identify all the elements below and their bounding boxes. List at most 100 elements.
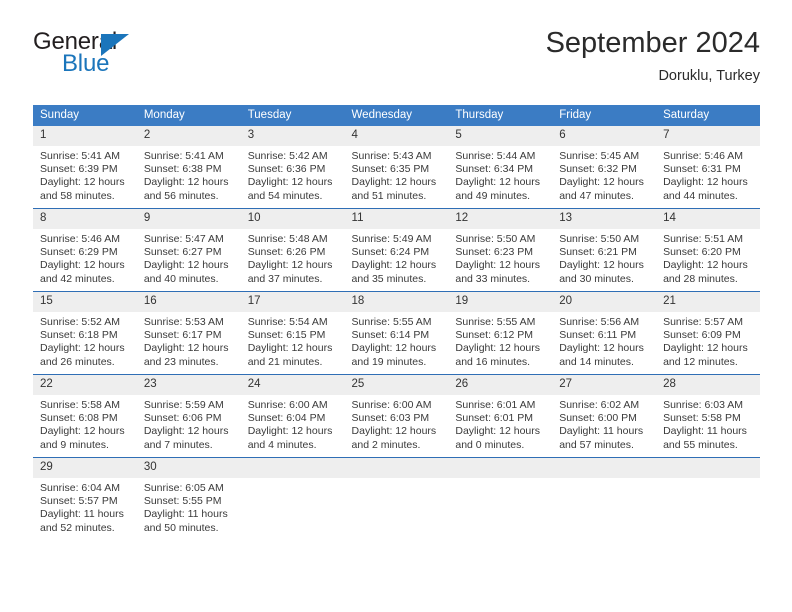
day-details [241,478,345,482]
day-cell[interactable]: 2 Sunrise: 5:41 AM Sunset: 6:38 PM Dayli… [136,126,241,209]
day-cell[interactable]: 8 Sunrise: 5:46 AM Sunset: 6:29 PM Dayli… [33,208,137,292]
daylight-text-line2: and 2 minutes. [351,438,421,451]
sunset-text: Sunset: 6:03 PM [351,412,430,425]
day-number: 20 [552,292,657,312]
day-details: Sunrise: 5:58 AM Sunset: 6:08 PM Dayligh… [33,395,137,452]
calendar-header-row: Sunday Monday Tuesday Wednesday Thursday… [33,105,760,126]
day-cell[interactable]: 17 Sunrise: 5:54 AM Sunset: 6:15 PM Dayl… [240,291,345,375]
daylight-text-line1: Daylight: 12 hours [455,176,541,189]
daylight-text-line1: Daylight: 12 hours [143,425,229,438]
day-cell[interactable]: 24 Sunrise: 6:00 AM Sunset: 6:04 PM Dayl… [240,374,345,458]
day-cell[interactable]: 1 Sunrise: 5:41 AM Sunset: 6:39 PM Dayli… [33,126,137,209]
day-cell[interactable]: 18 Sunrise: 5:55 AM Sunset: 6:14 PM Dayl… [344,291,449,375]
daylight-text-line1: Daylight: 11 hours [143,508,228,521]
sunset-text: Sunset: 6:38 PM [143,163,222,176]
day-cell[interactable]: 5 Sunrise: 5:44 AM Sunset: 6:34 PM Dayli… [448,126,553,209]
day-number [448,458,553,478]
daylight-text-line2: and 12 minutes. [663,355,738,368]
daylight-text-line1: Daylight: 12 hours [351,425,437,438]
sunrise-text: Sunrise: 5:49 AM [351,233,432,245]
day-number: 29 [33,458,137,478]
day-cell[interactable]: 30 Sunrise: 6:05 AM Sunset: 5:55 PM Dayl… [136,457,241,540]
day-cell[interactable]: 27 Sunrise: 6:02 AM Sunset: 6:00 PM Dayl… [552,374,657,458]
day-number [552,458,657,478]
daylight-text-line1: Daylight: 11 hours [663,425,747,438]
day-cell[interactable]: 21 Sunrise: 5:57 AM Sunset: 6:09 PM Dayl… [656,291,760,375]
day-number: 27 [552,375,657,395]
daylight-text-line2: and 54 minutes. [247,189,323,202]
daylight-text-line2: and 26 minutes. [40,355,115,368]
daylight-text-line2: and 56 minutes. [143,189,219,202]
general-blue-logo[interactable]: General Blue [33,28,263,88]
daylight-text-line1: Daylight: 12 hours [247,342,333,355]
day-cell[interactable]: 3 Sunrise: 5:42 AM Sunset: 6:36 PM Dayli… [240,126,345,209]
sunset-text: Sunset: 6:36 PM [247,163,326,176]
sunrise-text: Sunrise: 6:00 AM [247,399,328,411]
day-cell[interactable]: 25 Sunrise: 6:00 AM Sunset: 6:03 PM Dayl… [344,374,449,458]
day-number: 12 [448,209,553,229]
day-details: Sunrise: 5:41 AM Sunset: 6:39 PM Dayligh… [33,146,137,203]
day-number: 28 [656,375,760,395]
sunrise-text: Sunrise: 5:51 AM [663,233,744,245]
day-details: Sunrise: 5:59 AM Sunset: 6:06 PM Dayligh… [137,395,241,452]
day-cell[interactable]: 23 Sunrise: 5:59 AM Sunset: 6:06 PM Dayl… [136,374,241,458]
daylight-text-line1: Daylight: 12 hours [559,342,644,355]
daylight-text-line2: and 19 minutes. [351,355,427,368]
day-number [656,458,760,478]
day-cell[interactable]: 7 Sunrise: 5:46 AM Sunset: 6:31 PM Dayli… [656,126,760,209]
calendar-page: General Blue September 2024 Doruklu, Tur… [0,0,792,612]
sunrise-text: Sunrise: 5:52 AM [40,316,120,328]
sunrise-text: Sunrise: 5:48 AM [247,233,328,245]
sunrise-text: Sunrise: 5:55 AM [351,316,432,328]
day-cell[interactable]: 11 Sunrise: 5:49 AM Sunset: 6:24 PM Dayl… [344,208,449,292]
day-cell[interactable]: 22 Sunrise: 5:58 AM Sunset: 6:08 PM Dayl… [33,374,137,458]
day-cell[interactable]: 10 Sunrise: 5:48 AM Sunset: 6:26 PM Dayl… [240,208,345,292]
day-details: Sunrise: 5:50 AM Sunset: 6:23 PM Dayligh… [448,229,552,286]
day-cell[interactable]: 4 Sunrise: 5:43 AM Sunset: 6:35 PM Dayli… [344,126,449,209]
day-cell-empty [448,457,553,540]
day-details: Sunrise: 6:03 AM Sunset: 5:58 PM Dayligh… [656,395,760,452]
day-number: 10 [240,209,345,229]
daylight-text-line2: and 0 minutes. [455,438,525,451]
day-cell[interactable]: 15 Sunrise: 5:52 AM Sunset: 6:18 PM Dayl… [33,291,137,375]
sunrise-text: Sunrise: 6:04 AM [40,482,120,494]
daylight-text-line1: Daylight: 12 hours [663,342,748,355]
day-cell-empty [552,457,657,540]
day-details [345,478,449,482]
day-number: 9 [136,209,241,229]
calendar-week-row: 15 Sunrise: 5:52 AM Sunset: 6:18 PM Dayl… [33,291,760,375]
day-cell[interactable]: 19 Sunrise: 5:55 AM Sunset: 6:12 PM Dayl… [448,291,553,375]
day-cell[interactable]: 29 Sunrise: 6:04 AM Sunset: 5:57 PM Dayl… [33,457,137,540]
sunset-text: Sunset: 6:29 PM [40,246,118,259]
day-details: Sunrise: 5:45 AM Sunset: 6:32 PM Dayligh… [552,146,656,203]
sunrise-text: Sunrise: 5:44 AM [455,150,536,162]
day-details: Sunrise: 5:54 AM Sunset: 6:15 PM Dayligh… [241,312,345,369]
day-cell[interactable]: 28 Sunrise: 6:03 AM Sunset: 5:58 PM Dayl… [656,374,760,458]
daylight-text-line2: and 35 minutes. [351,272,427,285]
daylight-text-line1: Daylight: 12 hours [455,259,541,272]
day-cell[interactable]: 9 Sunrise: 5:47 AM Sunset: 6:27 PM Dayli… [136,208,241,292]
day-cell[interactable]: 14 Sunrise: 5:51 AM Sunset: 6:20 PM Dayl… [656,208,760,292]
day-number: 23 [136,375,241,395]
sunrise-text: Sunrise: 5:41 AM [40,150,120,162]
day-cell[interactable]: 13 Sunrise: 5:50 AM Sunset: 6:21 PM Dayl… [552,208,657,292]
day-details: Sunrise: 5:46 AM Sunset: 6:29 PM Dayligh… [33,229,137,286]
daylight-text-line2: and 23 minutes. [143,355,219,368]
daylight-text-line1: Daylight: 12 hours [663,176,748,189]
daylight-text-line1: Daylight: 12 hours [40,259,125,272]
daylight-text-line1: Daylight: 12 hours [40,176,125,189]
calendar-week-row: 22 Sunrise: 5:58 AM Sunset: 6:08 PM Dayl… [33,374,760,458]
sunset-text: Sunset: 6:32 PM [559,163,637,176]
daylight-text-line1: Daylight: 12 hours [143,342,229,355]
day-details: Sunrise: 5:55 AM Sunset: 6:14 PM Dayligh… [345,312,449,369]
day-cell[interactable]: 16 Sunrise: 5:53 AM Sunset: 6:17 PM Dayl… [136,291,241,375]
sunset-text: Sunset: 5:55 PM [143,495,222,508]
day-cell-empty [240,457,345,540]
day-cell[interactable]: 26 Sunrise: 6:01 AM Sunset: 6:01 PM Dayl… [448,374,553,458]
day-cell[interactable]: 20 Sunrise: 5:56 AM Sunset: 6:11 PM Dayl… [552,291,657,375]
calendar-week-row: 8 Sunrise: 5:46 AM Sunset: 6:29 PM Dayli… [33,208,760,292]
day-cell[interactable]: 12 Sunrise: 5:50 AM Sunset: 6:23 PM Dayl… [448,208,553,292]
day-cell[interactable]: 6 Sunrise: 5:45 AM Sunset: 6:32 PM Dayli… [552,126,657,209]
daylight-text-line2: and 14 minutes. [559,355,634,368]
sunset-text: Sunset: 6:08 PM [40,412,118,425]
